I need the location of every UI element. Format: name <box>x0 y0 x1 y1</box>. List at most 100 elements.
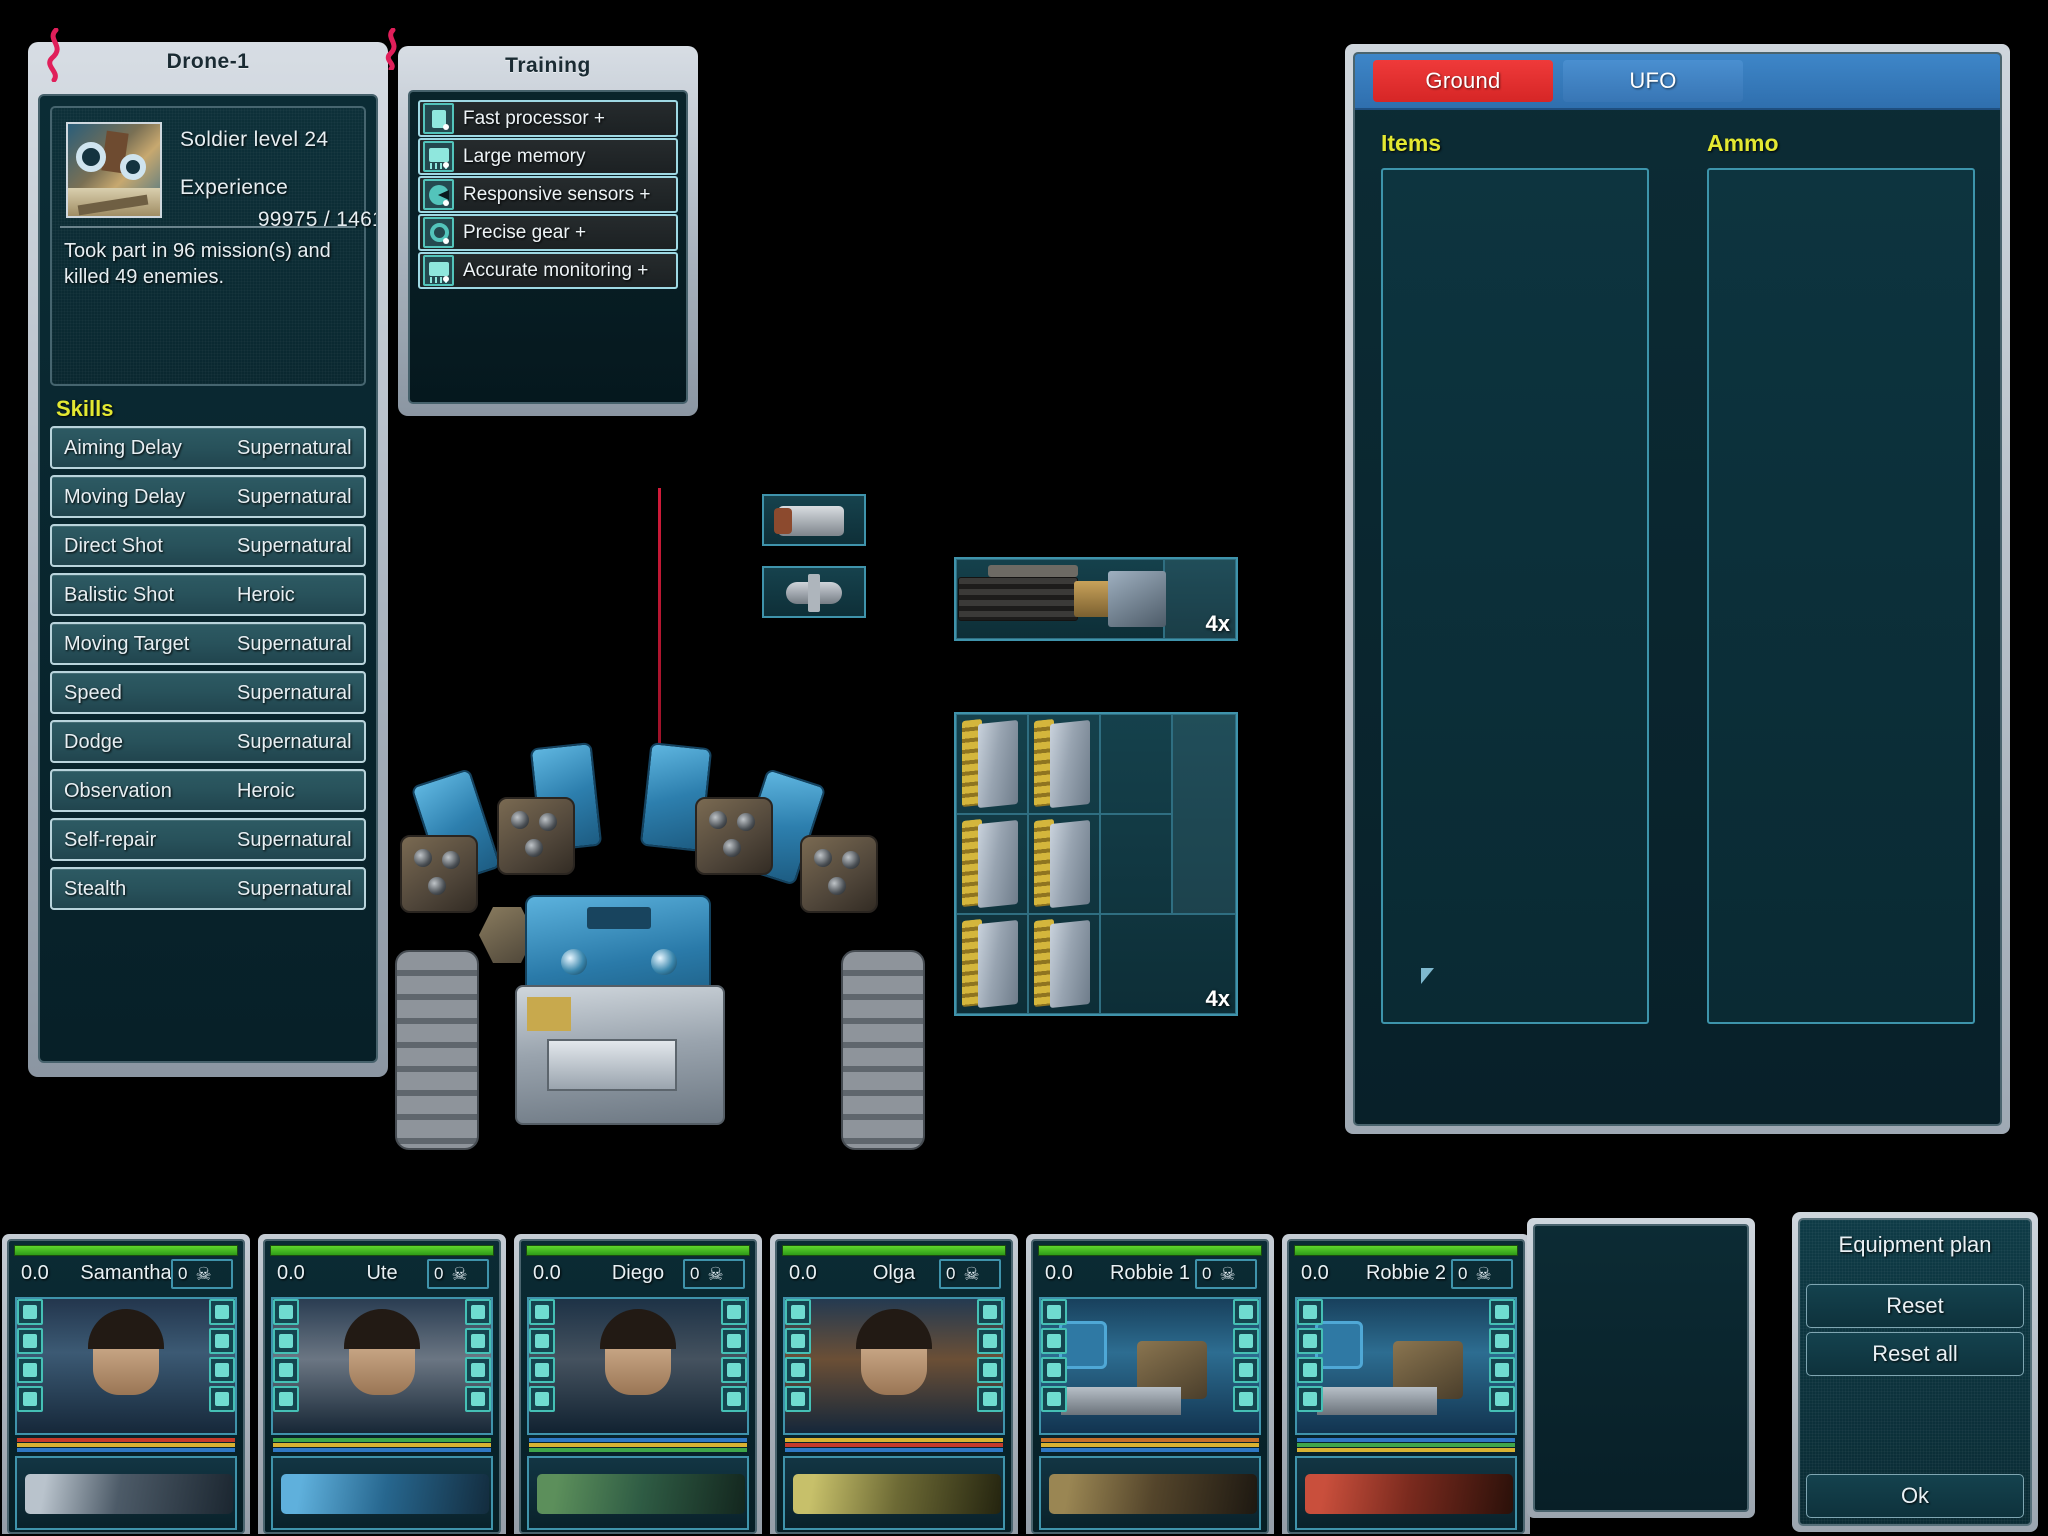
equipment-slot-icon[interactable] <box>273 1357 299 1383</box>
equipment-slot-icon[interactable] <box>209 1357 235 1383</box>
equipment-slot-icon[interactable] <box>1233 1328 1259 1354</box>
soldier-right-icon-column <box>1233 1299 1259 1415</box>
skull-icon: ☠ <box>707 1264 724 1284</box>
kill-count-value: 0 <box>434 1264 444 1283</box>
kill-count-value: 0 <box>178 1264 188 1283</box>
equipment-slot-icon[interactable] <box>17 1328 43 1354</box>
equipment-slot-icon[interactable] <box>1233 1299 1259 1325</box>
tab-ground[interactable]: Ground <box>1373 60 1553 102</box>
skill-row: Balistic Shot Heroic <box>50 573 366 616</box>
reset-button[interactable]: Reset <box>1806 1284 2024 1328</box>
equipment-slot-icon[interactable] <box>977 1328 1003 1354</box>
health-bar <box>14 1245 238 1256</box>
equipped-weapon-slot[interactable] <box>1039 1456 1261 1530</box>
soldier-card[interactable]: 0.0 Samantha 0 ☠ <box>2 1234 250 1534</box>
empty-slot-card[interactable] <box>1527 1218 1755 1518</box>
soldier-card-header: 0.0 Robbie 2 0 ☠ <box>1289 1259 1523 1293</box>
equipment-slot-icon[interactable] <box>1297 1328 1323 1354</box>
equipped-weapon-slot[interactable] <box>783 1456 1005 1530</box>
equipment-slot-icon[interactable] <box>785 1357 811 1383</box>
equipment-slot-icon[interactable] <box>529 1357 555 1383</box>
skull-icon: ☠ <box>451 1264 468 1284</box>
drone-panel-title: Drone-1 <box>166 50 250 73</box>
equipment-slot-icon[interactable] <box>1233 1386 1259 1412</box>
equipment-slot-icon[interactable] <box>1233 1357 1259 1383</box>
soldier-left-icon-column <box>529 1299 555 1415</box>
soldier-left-icon-column <box>785 1299 811 1415</box>
training-row[interactable]: Precise gear + <box>418 214 678 251</box>
equipment-slot-icon[interactable] <box>273 1328 299 1354</box>
ok-button[interactable]: Ok <box>1806 1474 2024 1518</box>
soldier-portrait <box>783 1297 1005 1435</box>
equipped-weapon-slot[interactable] <box>1295 1456 1517 1530</box>
soldier-card[interactable]: 0.0 Olga 0 ☠ <box>770 1234 1018 1534</box>
equipment-slot-icon[interactable] <box>1041 1299 1067 1325</box>
equipment-slot-icon[interactable] <box>1489 1299 1515 1325</box>
equipment-slot-icon[interactable] <box>977 1386 1003 1412</box>
equipment-slot-icon[interactable] <box>1489 1357 1515 1383</box>
soldier-left-icon-column <box>17 1299 43 1415</box>
equipment-slot-icon[interactable] <box>529 1386 555 1412</box>
equipment-slot-icon[interactable] <box>1041 1328 1067 1354</box>
training-row[interactable]: Accurate monitoring + <box>418 252 678 289</box>
equipment-slot-icon[interactable] <box>209 1299 235 1325</box>
equipment-slot-icon[interactable] <box>465 1386 491 1412</box>
equipped-weapon-slot[interactable] <box>527 1456 749 1530</box>
equipment-slot-icon[interactable] <box>465 1299 491 1325</box>
equipment-slot-icon[interactable] <box>721 1386 747 1412</box>
status-bar <box>1041 1443 1259 1447</box>
ground-item-tile-muzzle[interactable] <box>762 566 866 618</box>
soldier-card-header: 0.0 Ute 0 ☠ <box>265 1259 499 1293</box>
equipment-slot-icon[interactable] <box>1489 1328 1515 1354</box>
reset-all-button[interactable]: Reset all <box>1806 1332 2024 1376</box>
equipment-slot-icon[interactable] <box>977 1357 1003 1383</box>
ribbon-marker-icon-2 <box>385 28 397 70</box>
equipment-slot-icon[interactable] <box>465 1328 491 1354</box>
equipment-slot-icon[interactable] <box>465 1357 491 1383</box>
soldier-card[interactable]: 0.0 Robbie 1 0 ☠ <box>1026 1234 1274 1534</box>
equipment-slot-icon[interactable] <box>273 1299 299 1325</box>
memory-icon <box>423 141 454 172</box>
equipment-slot-icon[interactable] <box>209 1328 235 1354</box>
equipment-slot-icon[interactable] <box>1041 1357 1067 1383</box>
equipment-slot-icon[interactable] <box>1297 1357 1323 1383</box>
equipment-slot-icon[interactable] <box>1489 1386 1515 1412</box>
ground-stack-ammo[interactable]: 4x <box>954 712 1238 1016</box>
scroll-arrow-icon[interactable] <box>1421 968 1434 984</box>
equipped-weapon-slot[interactable] <box>271 1456 493 1530</box>
equipment-slot-icon[interactable] <box>273 1386 299 1412</box>
equipment-slot-icon[interactable] <box>721 1299 747 1325</box>
alien-gun-icon <box>793 1474 1001 1514</box>
equipment-slot-icon[interactable] <box>977 1299 1003 1325</box>
equipment-slot-icon[interactable] <box>785 1386 811 1412</box>
equipment-slot-icon[interactable] <box>721 1357 747 1383</box>
soldier-card[interactable]: 0.0 Ute 0 ☠ <box>258 1234 506 1534</box>
equipment-slot-icon[interactable] <box>1041 1386 1067 1412</box>
ammo-slot-column[interactable] <box>1707 168 1975 1024</box>
equipment-slot-icon[interactable] <box>17 1299 43 1325</box>
equipment-slot-icon[interactable] <box>785 1328 811 1354</box>
equipment-slot-icon[interactable] <box>529 1328 555 1354</box>
skill-name: Observation <box>64 780 172 802</box>
ground-stack-minigun[interactable]: 4x <box>954 557 1238 641</box>
training-row[interactable]: Fast processor + <box>418 100 678 137</box>
equipment-slot-icon[interactable] <box>209 1386 235 1412</box>
training-row[interactable]: Responsive sensors + <box>418 176 678 213</box>
soldier-card[interactable]: 0.0 Diego 0 ☠ <box>514 1234 762 1534</box>
training-row[interactable]: Large memory <box>418 138 678 175</box>
soldier-right-icon-column <box>977 1299 1003 1415</box>
equipment-slot-icon[interactable] <box>1297 1299 1323 1325</box>
equipment-slot-icon[interactable] <box>17 1386 43 1412</box>
ground-item-tile-scope[interactable] <box>762 494 866 546</box>
equipment-slot-icon[interactable] <box>721 1328 747 1354</box>
equipment-slot-icon[interactable] <box>529 1299 555 1325</box>
equipment-slot-icon[interactable] <box>1297 1386 1323 1412</box>
items-slot-column[interactable] <box>1381 168 1649 1024</box>
soldier-card[interactable]: 0.0 Robbie 2 0 ☠ <box>1282 1234 1530 1534</box>
equipment-slot-icon[interactable] <box>785 1299 811 1325</box>
tab-ufo[interactable]: UFO <box>1563 60 1743 102</box>
equipment-slot-icon[interactable] <box>17 1357 43 1383</box>
training-panel: Training Fast processor + Large memory Res… <box>398 46 698 416</box>
status-bar <box>1297 1438 1515 1442</box>
equipped-weapon-slot[interactable] <box>15 1456 237 1530</box>
